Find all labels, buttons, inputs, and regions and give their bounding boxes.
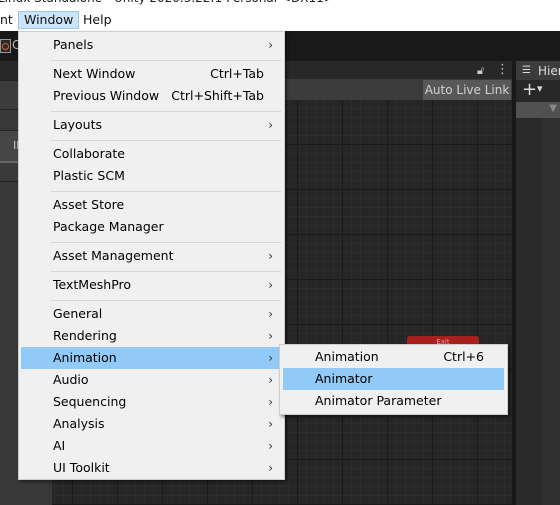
menu-item-layouts[interactable]: Layouts › xyxy=(21,114,283,136)
menu-item-analysis[interactable]: Analysis › xyxy=(21,413,283,435)
hierarchy-title: Hier xyxy=(538,64,560,78)
menu-item-label: Animation xyxy=(53,350,117,365)
chevron-right-icon: › xyxy=(268,417,273,431)
add-icon[interactable]: + xyxy=(522,80,537,100)
menu-item-label: Rendering xyxy=(53,328,117,343)
menu-item-label: Asset Management xyxy=(53,248,174,263)
menu-item-label: Analysis xyxy=(53,416,105,431)
menu-bar: nt Window Help xyxy=(0,9,560,31)
menu-item-label: Sequencing xyxy=(53,394,127,409)
menu-item-general[interactable]: General › xyxy=(21,303,283,325)
menu-item-shortcut: Ctrl+Tab xyxy=(210,66,264,81)
auto-live-link-button[interactable]: Auto Live Link xyxy=(423,80,511,100)
menu-item-label: UI Toolkit xyxy=(53,460,110,475)
menu-item-label: Asset Store xyxy=(53,197,125,212)
menu-separator xyxy=(51,111,281,112)
hierarchy-tab[interactable]: ☰ Hier xyxy=(516,61,560,80)
hierarchy-toolbar: + ▾ xyxy=(516,80,560,102)
chevron-right-icon: › xyxy=(268,249,273,263)
menu-item-plastic-scm[interactable]: Plastic SCM xyxy=(21,165,283,187)
menu-item-audio[interactable]: Audio › xyxy=(21,369,283,391)
menu-item-collaborate[interactable]: Collaborate xyxy=(21,143,283,165)
menu-separator xyxy=(51,300,281,301)
menu-separator xyxy=(51,191,281,192)
menu-item-asset-store[interactable]: Asset Store xyxy=(21,194,283,216)
hierarchy-list-icon: ☰ xyxy=(522,65,531,76)
menu-item-label: Layouts xyxy=(53,117,103,132)
menu-item-package-manager[interactable]: Package Manager xyxy=(21,216,283,238)
menu-item-label: General xyxy=(53,306,103,321)
window-title-bar: Linux Standalone - Unity 2020.3.22f1 Per… xyxy=(0,0,560,9)
kebab-menu-icon[interactable]: ⋮ xyxy=(496,62,509,77)
window-title: Linux Standalone - Unity 2020.3.22f1 Per… xyxy=(0,0,334,5)
menu-item-label: Next Window xyxy=(53,66,136,81)
menu-separator xyxy=(51,140,281,141)
menu-component[interactable]: nt xyxy=(0,11,18,29)
chevron-right-icon: › xyxy=(268,38,273,52)
lock-icon[interactable]: 🔓︎ xyxy=(477,64,484,78)
hierarchy-search-field[interactable]: ▼ xyxy=(516,102,560,118)
menu-separator xyxy=(51,242,281,243)
menu-item-ui-toolkit[interactable]: UI Toolkit › xyxy=(21,457,283,479)
menu-help[interactable]: Help xyxy=(78,11,117,29)
menu-item-asset-management[interactable]: Asset Management › xyxy=(21,245,283,267)
hierarchy-scroll-column xyxy=(542,118,560,505)
menu-item-label: AI xyxy=(53,438,66,453)
menu-item-next-window[interactable]: Next Window Ctrl+Tab xyxy=(21,63,283,85)
submenu-item-animation[interactable]: Animation Ctrl+6 xyxy=(283,346,504,368)
chevron-right-icon: › xyxy=(268,439,273,453)
menu-item-ai[interactable]: AI › xyxy=(21,435,283,457)
chevron-right-icon: › xyxy=(268,307,273,321)
menu-item-panels[interactable]: Panels › xyxy=(21,34,283,56)
menu-item-sequencing[interactable]: Sequencing › xyxy=(21,391,283,413)
chevron-right-icon: › xyxy=(268,329,273,343)
menu-item-label: Plastic SCM xyxy=(53,168,125,183)
chevron-right-icon: › xyxy=(268,278,273,292)
add-dropdown-icon[interactable]: ▾ xyxy=(537,82,543,95)
chevron-right-icon: › xyxy=(268,351,273,365)
menu-item-label: Animation xyxy=(315,349,379,364)
menu-item-label: Previous Window xyxy=(53,88,160,103)
menu-separator xyxy=(51,60,281,61)
menu-item-label: Audio xyxy=(53,372,89,387)
menu-item-previous-window[interactable]: Previous Window Ctrl+Shift+Tab xyxy=(21,85,283,107)
hierarchy-panel: ☰ Hier + ▾ ▼ xyxy=(516,61,560,505)
menu-item-shortcut: Ctrl+6 xyxy=(443,349,484,364)
submenu-item-animator[interactable]: Animator xyxy=(283,368,504,390)
chevron-right-icon: › xyxy=(268,461,273,475)
menu-window[interactable]: Window xyxy=(18,11,80,29)
menu-item-shortcut: Ctrl+Shift+Tab xyxy=(171,88,264,103)
menu-item-label: Package Manager xyxy=(53,219,164,234)
menu-item-label: Panels xyxy=(53,37,94,52)
collab-icon[interactable] xyxy=(0,39,11,53)
chevron-right-icon: › xyxy=(268,395,273,409)
menu-item-animation[interactable]: Animation › xyxy=(21,347,283,369)
menu-item-label: Collaborate xyxy=(53,146,125,161)
menu-item-textmeshpro[interactable]: TextMeshPro › xyxy=(21,274,283,296)
menu-item-rendering[interactable]: Rendering › xyxy=(21,325,283,347)
menu-item-label: Animator Parameter xyxy=(315,393,442,408)
animation-submenu: Animation Ctrl+6 Animator Animator Parame… xyxy=(279,344,508,415)
search-dropdown-icon[interactable]: ▼ xyxy=(549,103,557,114)
chevron-right-icon: › xyxy=(268,373,273,387)
chevron-right-icon: › xyxy=(268,118,273,132)
window-menu: Panels › Next Window Ctrl+Tab Previous Win… xyxy=(18,31,285,480)
menu-item-label: TextMeshPro xyxy=(53,277,132,292)
menu-separator xyxy=(51,271,281,272)
menu-item-label: Animator xyxy=(315,371,373,386)
submenu-item-animator-parameter[interactable]: Animator Parameter xyxy=(283,390,504,412)
